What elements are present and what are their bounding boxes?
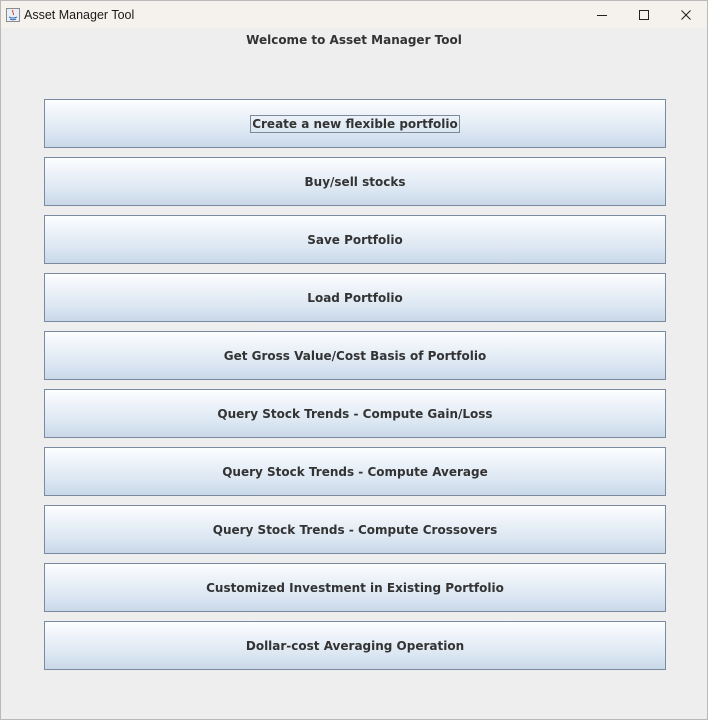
- customized-investment-button[interactable]: Customized Investment in Existing Portfo…: [44, 563, 666, 612]
- button-label: Query Stock Trends - Compute Gain/Loss: [217, 406, 493, 421]
- menu-button-list: Create a new flexible portfolio Buy/sell…: [44, 99, 666, 679]
- welcome-heading: Welcome to Asset Manager Tool: [246, 33, 462, 47]
- load-portfolio-button[interactable]: Load Portfolio: [44, 273, 666, 322]
- button-label: Load Portfolio: [307, 290, 403, 305]
- window-controls: [581, 1, 707, 28]
- compute-average-button[interactable]: Query Stock Trends - Compute Average: [44, 447, 666, 496]
- button-label: Query Stock Trends - Compute Crossovers: [212, 522, 498, 537]
- buy-sell-stocks-button[interactable]: Buy/sell stocks: [44, 157, 666, 206]
- compute-crossovers-button[interactable]: Query Stock Trends - Compute Crossovers: [44, 505, 666, 554]
- app-window: Asset Manager Tool Welcome to Asset Mana…: [0, 0, 708, 720]
- close-icon: [681, 9, 691, 20]
- close-button[interactable]: [665, 1, 707, 28]
- button-label: Get Gross Value/Cost Basis of Portfolio: [223, 348, 487, 363]
- button-label: Query Stock Trends - Compute Average: [222, 464, 488, 479]
- button-label: Buy/sell stocks: [304, 174, 406, 189]
- button-label: Create a new flexible portfolio: [250, 114, 460, 133]
- dollar-cost-averaging-button[interactable]: Dollar-cost Averaging Operation: [44, 621, 666, 670]
- button-label: Dollar-cost Averaging Operation: [245, 638, 465, 653]
- create-portfolio-button[interactable]: Create a new flexible portfolio: [44, 99, 666, 148]
- button-label: Save Portfolio: [307, 232, 403, 247]
- gross-value-cost-basis-button[interactable]: Get Gross Value/Cost Basis of Portfolio: [44, 331, 666, 380]
- save-portfolio-button[interactable]: Save Portfolio: [44, 215, 666, 264]
- maximize-icon: [639, 9, 649, 20]
- maximize-button[interactable]: [623, 1, 665, 28]
- minimize-button[interactable]: [581, 1, 623, 28]
- java-app-icon: [6, 7, 20, 22]
- title-bar[interactable]: Asset Manager Tool: [1, 1, 707, 28]
- compute-gain-loss-button[interactable]: Query Stock Trends - Compute Gain/Loss: [44, 389, 666, 438]
- minimize-icon: [597, 14, 607, 16]
- button-label: Customized Investment in Existing Portfo…: [206, 580, 504, 595]
- window-title: Asset Manager Tool: [24, 7, 135, 22]
